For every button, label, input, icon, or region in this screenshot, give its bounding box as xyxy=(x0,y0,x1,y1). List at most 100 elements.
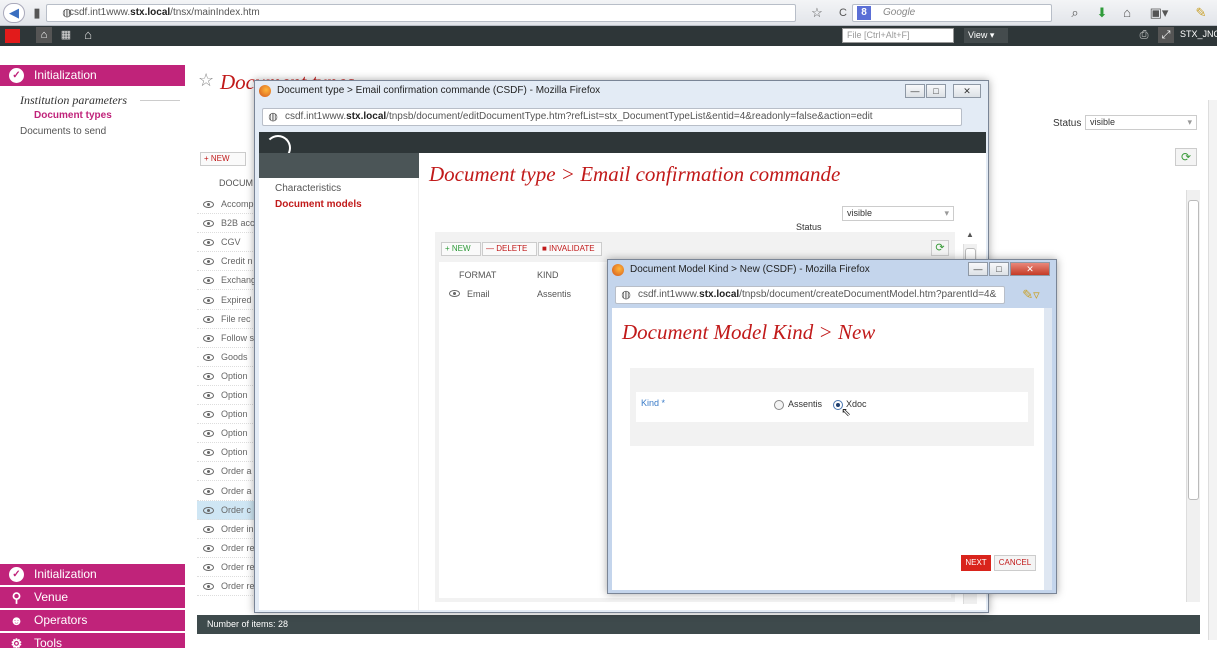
list-item[interactable]: CGV xyxy=(197,233,257,253)
eye-icon[interactable] xyxy=(203,430,214,438)
status-label: Status xyxy=(796,222,822,232)
list-item[interactable]: B2B acc xyxy=(197,214,257,234)
page-scrollbar[interactable] xyxy=(1208,100,1217,640)
eye-icon[interactable] xyxy=(203,487,214,495)
library-icon[interactable]: ▮ xyxy=(30,4,44,22)
list-item[interactable]: Order a xyxy=(197,482,257,501)
sidebar-item-document-types[interactable]: Document types xyxy=(34,110,174,121)
new-button[interactable]: + NEW xyxy=(200,152,246,166)
nav-characteristics[interactable]: Characteristics xyxy=(275,183,341,194)
fullscreen-icon[interactable]: ⤢ xyxy=(1158,27,1174,43)
invalidate-model-button[interactable]: ■ INVALIDATE xyxy=(538,242,602,256)
delete-model-button[interactable]: — DELETE xyxy=(482,242,537,256)
list-item[interactable]: Follow s xyxy=(197,329,257,348)
search-icon[interactable]: ⌕ xyxy=(1068,4,1082,22)
eye-icon[interactable] xyxy=(203,201,214,208)
eye-icon[interactable] xyxy=(203,411,214,419)
sidebar-item-documents-to-send[interactable]: Documents to send xyxy=(20,126,160,137)
search-engine-icon[interactable]: 8 xyxy=(857,6,871,20)
user-menu[interactable]: STX_JNO ▾ xyxy=(1180,29,1217,40)
global-search-input[interactable]: File [Ctrl+Alt+F] xyxy=(842,28,954,43)
list-item[interactable]: Option xyxy=(197,367,257,386)
minimize-button[interactable]: — xyxy=(905,84,925,98)
list-item[interactable]: Order re xyxy=(197,577,257,596)
cancel-button[interactable]: CANCEL xyxy=(994,555,1036,571)
eye-icon[interactable] xyxy=(203,372,214,380)
back-icon[interactable]: ◀ xyxy=(3,3,25,23)
favorite-star-icon[interactable]: ☆ xyxy=(198,70,214,91)
main-scrollbar[interactable] xyxy=(1186,190,1200,602)
main-scrollbar-thumb[interactable] xyxy=(1188,200,1199,500)
sidebar-section-initialization-bottom[interactable]: ✓ Initialization xyxy=(0,564,185,585)
new-model-button[interactable]: + NEW xyxy=(441,242,481,256)
printer-icon[interactable]: ⎙ xyxy=(1136,27,1152,43)
kind-label: Kind * xyxy=(641,398,666,408)
maximize-button[interactable]: □ xyxy=(926,84,946,98)
list-item[interactable]: Option xyxy=(197,386,257,405)
status-select[interactable]: visible xyxy=(1085,115,1197,130)
refresh-icon[interactable]: ⟳ xyxy=(1175,148,1197,166)
eye-icon[interactable] xyxy=(203,334,214,342)
logo-icon[interactable] xyxy=(5,29,20,43)
list-item[interactable]: File rec xyxy=(197,310,257,329)
window-address-bar[interactable]: csdf.int1www.stx.local/tnpsb/document/cr… xyxy=(615,286,1005,304)
nav-document-models[interactable]: Document models xyxy=(275,199,362,210)
addons-icon[interactable]: ▣▾ xyxy=(1148,4,1170,22)
list-item[interactable]: Order a xyxy=(197,462,257,482)
address-bar[interactable]: csdf.int1www.stx.local/tnsx/mainIndex.ht… xyxy=(46,4,796,22)
list-item[interactable]: Accomp xyxy=(197,195,257,214)
eye-icon[interactable] xyxy=(203,544,214,552)
list-item[interactable]: Exchang xyxy=(197,271,257,291)
search-bar[interactable]: Google xyxy=(852,4,1052,22)
eye-icon[interactable] xyxy=(203,353,214,361)
sidebar-section-operators[interactable]: ☻ Operators xyxy=(0,610,185,631)
institution-icon[interactable]: ⌂ xyxy=(36,27,52,43)
eye-icon[interactable] xyxy=(203,583,214,590)
list-item[interactable]: Credit n xyxy=(197,252,257,272)
minimize-button[interactable]: — xyxy=(968,262,988,276)
calendar-icon[interactable]: ▦ xyxy=(58,27,74,43)
eye-icon[interactable] xyxy=(449,290,460,297)
list-item[interactable]: Order re xyxy=(197,539,257,558)
sidebar-section-tools[interactable]: ⚙ Tools xyxy=(0,633,185,651)
eye-icon[interactable] xyxy=(203,525,214,533)
eye-icon[interactable] xyxy=(203,315,214,323)
view-menu-button[interactable]: View ▾ xyxy=(964,28,1008,43)
window-address-bar[interactable]: csdf.int1www.stx.local/tnpsb/document/ed… xyxy=(262,108,962,126)
eye-icon[interactable] xyxy=(203,563,214,571)
list-item[interactable]: Order re xyxy=(197,558,257,577)
list-item[interactable]: Option xyxy=(197,443,257,463)
eye-icon[interactable] xyxy=(203,296,214,304)
close-button[interactable]: ✕ xyxy=(953,84,981,98)
list-item[interactable]: Expired xyxy=(197,291,257,310)
eye-icon[interactable] xyxy=(203,258,214,266)
extension-icon[interactable]: ✎▿ xyxy=(1016,286,1046,304)
list-item[interactable]: Goods xyxy=(197,348,257,367)
eye-icon[interactable] xyxy=(203,392,214,399)
home-icon[interactable]: ⌂ xyxy=(80,27,96,43)
home-icon[interactable]: ⌂ xyxy=(1120,4,1134,22)
bookmark-star-icon[interactable]: ☆ xyxy=(810,4,824,22)
list-item[interactable]: Order in xyxy=(197,520,257,539)
extension-icon[interactable]: ✎ xyxy=(1190,4,1212,22)
eye-icon[interactable] xyxy=(203,277,214,285)
close-button[interactable]: ✕ xyxy=(1010,262,1050,276)
sidebar-section-initialization[interactable]: ✓ Initialization xyxy=(0,65,185,86)
eye-icon[interactable] xyxy=(203,506,214,514)
next-button[interactable]: NEXT xyxy=(961,555,991,571)
download-icon[interactable]: ⬇ xyxy=(1095,4,1109,22)
eye-icon[interactable] xyxy=(203,468,214,476)
list-item[interactable]: Option xyxy=(197,424,257,444)
eye-icon[interactable] xyxy=(203,239,214,247)
list-item[interactable]: Order c xyxy=(197,500,257,520)
refresh-icon[interactable]: ⟳ xyxy=(931,240,949,256)
maximize-button[interactable]: □ xyxy=(989,262,1009,276)
reload-icon[interactable]: C xyxy=(836,4,850,22)
sidebar-section-venue[interactable]: ⚲ Venue xyxy=(0,587,185,608)
list-item[interactable]: Option xyxy=(197,405,257,425)
eye-icon[interactable] xyxy=(203,220,214,228)
status-select[interactable]: visible xyxy=(842,206,954,221)
eye-icon[interactable] xyxy=(203,449,214,457)
scroll-up-icon[interactable]: ▲ xyxy=(966,230,974,239)
radio-assentis[interactable] xyxy=(774,400,784,410)
